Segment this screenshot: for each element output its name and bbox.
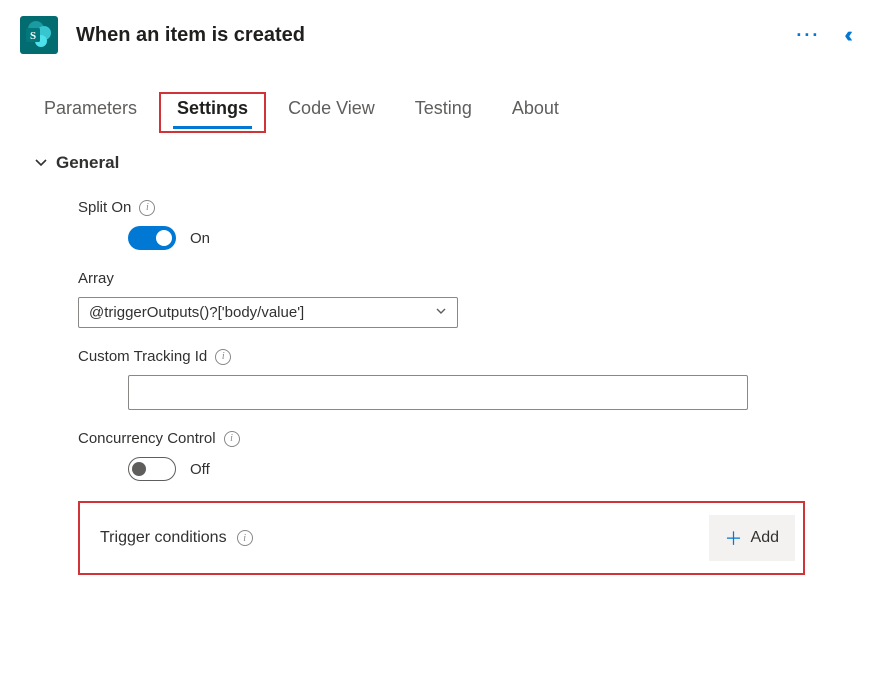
concurrency-label: Concurrency Control [78,430,216,447]
info-icon[interactable]: i [224,431,240,447]
card-header: S When an item is created ··· ‹‹ [0,0,873,62]
chevron-down-icon [435,305,447,320]
field-concurrency: Concurrency Control i Off [78,430,805,481]
trigger-conditions-label: Trigger conditions [100,529,227,547]
array-value: @triggerOutputs()?['body/value'] [89,304,304,321]
split-on-label: Split On [78,199,131,216]
custom-tracking-label: Custom Tracking Id [78,348,207,365]
add-label: Add [751,529,779,547]
concurrency-state: Off [190,461,210,478]
field-custom-tracking: Custom Tracking Id i [78,348,805,410]
section-title: General [56,153,119,173]
array-dropdown[interactable]: @triggerOutputs()?['body/value'] [78,297,458,328]
section-header-general[interactable]: General [34,153,849,173]
field-trigger-conditions: Trigger conditions i ＋ Add [78,501,805,575]
tab-settings-label: Settings [177,98,248,118]
toggle-thumb [156,230,172,246]
collapse-icon[interactable]: ‹‹ [844,22,847,48]
tab-settings[interactable]: Settings [157,90,268,129]
info-icon[interactable]: i [237,530,253,546]
tab-parameters[interactable]: Parameters [24,90,157,129]
info-icon[interactable]: i [139,200,155,216]
info-icon[interactable]: i [215,349,231,365]
more-menu-button[interactable]: ··· [796,25,820,46]
tab-bar: Parameters Settings Code View Testing Ab… [0,62,873,129]
tab-about[interactable]: About [492,90,579,129]
section-general: General Split On i On Array @triggerOutp… [0,129,873,575]
array-label: Array [78,270,114,287]
tab-testing[interactable]: Testing [395,90,492,129]
split-on-state: On [190,230,210,247]
card-title: When an item is created [76,24,796,47]
plus-icon: ＋ [725,525,743,551]
chevron-down-icon [34,155,48,172]
add-trigger-condition-button[interactable]: ＋ Add [709,515,795,561]
tab-code-view[interactable]: Code View [268,90,395,129]
field-array: Array @triggerOutputs()?['body/value'] [78,270,805,328]
custom-tracking-input[interactable] [128,375,748,410]
svg-text:S: S [30,30,36,42]
toggle-thumb [132,462,146,476]
sharepoint-icon: S [20,16,58,54]
field-split-on: Split On i On [78,199,805,250]
concurrency-toggle[interactable] [128,457,176,481]
split-on-toggle[interactable] [128,226,176,250]
